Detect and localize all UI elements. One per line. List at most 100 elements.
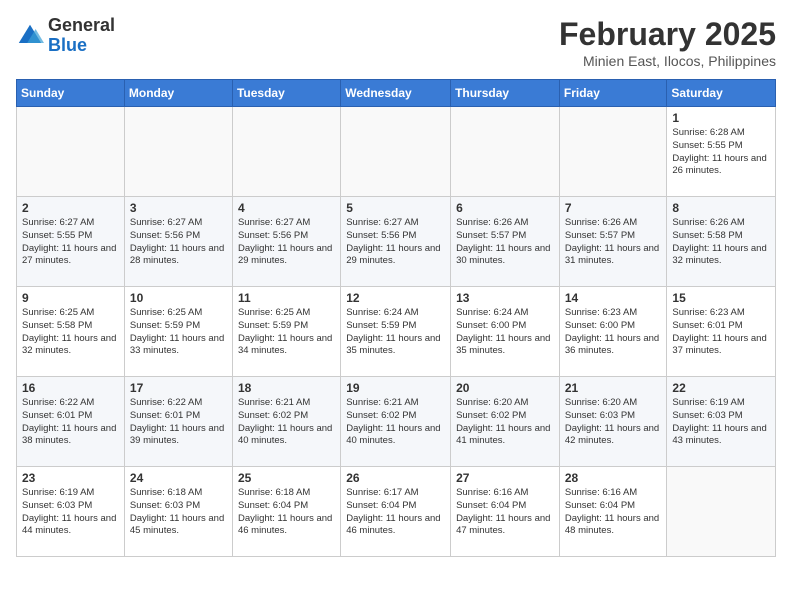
day-number: 18 [238,381,335,395]
day-info: Sunrise: 6:19 AM Sunset: 6:03 PM Dayligh… [22,487,119,538]
day-info: Sunrise: 6:26 AM Sunset: 5:57 PM Dayligh… [456,217,554,268]
day-number: 21 [565,381,662,395]
day-info: Sunrise: 6:21 AM Sunset: 6:02 PM Dayligh… [346,397,445,448]
logo: General Blue [16,16,115,56]
calendar-day-cell: 12Sunrise: 6:24 AM Sunset: 5:59 PM Dayli… [341,287,451,377]
calendar-day-cell: 15Sunrise: 6:23 AM Sunset: 6:01 PM Dayli… [667,287,776,377]
day-number: 22 [672,381,770,395]
day-info: Sunrise: 6:27 AM Sunset: 5:56 PM Dayligh… [238,217,335,268]
day-info: Sunrise: 6:17 AM Sunset: 6:04 PM Dayligh… [346,487,445,538]
day-number: 7 [565,201,662,215]
calendar-day-cell: 3Sunrise: 6:27 AM Sunset: 5:56 PM Daylig… [124,197,232,287]
calendar-day-cell [667,467,776,557]
calendar-day-cell: 7Sunrise: 6:26 AM Sunset: 5:57 PM Daylig… [559,197,667,287]
day-info: Sunrise: 6:22 AM Sunset: 6:01 PM Dayligh… [22,397,119,448]
weekday-header-cell: Monday [124,80,232,107]
calendar-day-cell: 10 Sunrise: 6:25 AM Sunset: 5:59 PM Dayli… [124,287,232,377]
calendar-day-cell: 19 Sunrise: 6:21 AM Sunset: 6:02 PM Dayli… [341,377,451,467]
day-info: Sunrise: 6:25 AM Sunset: 5:58 PM Dayligh… [22,307,119,358]
calendar-day-cell: 27 Sunrise: 6:16 AM Sunset: 6:04 PM Dayli… [451,467,560,557]
day-number: 3 [130,201,227,215]
day-info: Sunrise: 6:24 AM Sunset: 6:00 PM Dayligh… [456,307,554,358]
day-number: 19 [346,381,445,395]
calendar-day-cell: 13 Sunrise: 6:24 AM Sunset: 6:00 PM Dayli… [451,287,560,377]
calendar-day-cell [559,107,667,197]
day-number: 2 [22,201,119,215]
day-number: 9 [22,291,119,305]
day-number: 26 [346,471,445,485]
weekday-header-row: SundayMondayTuesdayWednesdayThursdayFrid… [17,80,776,107]
day-number: 17 [130,381,227,395]
day-info: Sunrise: 6:26 AM Sunset: 5:58 PM Dayligh… [672,217,770,268]
day-number: 20 [456,381,554,395]
day-number: 16 [22,381,119,395]
day-info: Sunrise: 6:27 AM Sunset: 5:55 PM Dayligh… [22,217,119,268]
day-number: 23 [22,471,119,485]
logo-blue-text: Blue [48,36,115,56]
calendar-day-cell: 6Sunrise: 6:26 AM Sunset: 5:57 PM Daylig… [451,197,560,287]
weekday-header-cell: Friday [559,80,667,107]
day-info: Sunrise: 6:16 AM Sunset: 6:04 PM Dayligh… [565,487,662,538]
calendar-day-cell [17,107,125,197]
calendar-day-cell: 22Sunrise: 6:19 AM Sunset: 6:03 PM Dayli… [667,377,776,467]
calendar-day-cell: 11 Sunrise: 6:25 AM Sunset: 5:59 PM Dayli… [232,287,340,377]
day-number: 27 [456,471,554,485]
calendar-day-cell [232,107,340,197]
calendar-week-row: 16 Sunrise: 6:22 AM Sunset: 6:01 PM Dayli… [17,377,776,467]
day-number: 1 [672,111,770,125]
calendar-day-cell [451,107,560,197]
day-info: Sunrise: 6:16 AM Sunset: 6:04 PM Dayligh… [456,487,554,538]
day-info: Sunrise: 6:18 AM Sunset: 6:03 PM Dayligh… [130,487,227,538]
calendar-day-cell: 17Sunrise: 6:22 AM Sunset: 6:01 PM Dayli… [124,377,232,467]
day-number: 25 [238,471,335,485]
day-info: Sunrise: 6:27 AM Sunset: 5:56 PM Dayligh… [346,217,445,268]
calendar-day-cell: 9 Sunrise: 6:25 AM Sunset: 5:58 PM Daylig… [17,287,125,377]
location: Minien East, Ilocos, Philippines [559,53,776,69]
day-info: Sunrise: 6:20 AM Sunset: 6:03 PM Dayligh… [565,397,662,448]
calendar-day-cell: 14Sunrise: 6:23 AM Sunset: 6:00 PM Dayli… [559,287,667,377]
calendar-week-row: 1 Sunrise: 6:28 AM Sunset: 5:55 PM Daylig… [17,107,776,197]
calendar-day-cell: 25 Sunrise: 6:18 AM Sunset: 6:04 PM Dayli… [232,467,340,557]
day-info: Sunrise: 6:25 AM Sunset: 5:59 PM Dayligh… [238,307,335,358]
day-number: 4 [238,201,335,215]
day-info: Sunrise: 6:18 AM Sunset: 6:04 PM Dayligh… [238,487,335,538]
weekday-header-cell: Sunday [17,80,125,107]
calendar-day-cell [124,107,232,197]
calendar-body: 1 Sunrise: 6:28 AM Sunset: 5:55 PM Daylig… [17,107,776,557]
day-number: 28 [565,471,662,485]
calendar-day-cell: 28 Sunrise: 6:16 AM Sunset: 6:04 PM Dayli… [559,467,667,557]
day-number: 5 [346,201,445,215]
calendar-day-cell [341,107,451,197]
day-info: Sunrise: 6:28 AM Sunset: 5:55 PM Dayligh… [672,127,770,178]
weekday-header-cell: Thursday [451,80,560,107]
calendar-table: SundayMondayTuesdayWednesdayThursdayFrid… [16,79,776,557]
day-info: Sunrise: 6:21 AM Sunset: 6:02 PM Dayligh… [238,397,335,448]
calendar-day-cell: 2 Sunrise: 6:27 AM Sunset: 5:55 PM Daylig… [17,197,125,287]
logo-icon [16,22,44,50]
weekday-header-cell: Saturday [667,80,776,107]
day-info: Sunrise: 6:25 AM Sunset: 5:59 PM Dayligh… [130,307,227,358]
day-number: 12 [346,291,445,305]
calendar-day-cell: 4 Sunrise: 6:27 AM Sunset: 5:56 PM Daylig… [232,197,340,287]
calendar-day-cell: 26 Sunrise: 6:17 AM Sunset: 6:04 PM Dayli… [341,467,451,557]
calendar-day-cell: 21 Sunrise: 6:20 AM Sunset: 6:03 PM Dayli… [559,377,667,467]
page-header: General Blue February 2025 Minien East, … [16,16,776,69]
month-year: February 2025 [559,16,776,53]
calendar-week-row: 9 Sunrise: 6:25 AM Sunset: 5:58 PM Daylig… [17,287,776,377]
calendar-day-cell: 18 Sunrise: 6:21 AM Sunset: 6:02 PM Dayli… [232,377,340,467]
day-number: 13 [456,291,554,305]
day-info: Sunrise: 6:23 AM Sunset: 6:00 PM Dayligh… [565,307,662,358]
calendar-day-cell: 8Sunrise: 6:26 AM Sunset: 5:58 PM Daylig… [667,197,776,287]
calendar-day-cell: 24 Sunrise: 6:18 AM Sunset: 6:03 PM Dayli… [124,467,232,557]
logo-general-text: General [48,16,115,36]
day-number: 15 [672,291,770,305]
day-number: 10 [130,291,227,305]
title-block: February 2025 Minien East, Ilocos, Phili… [559,16,776,69]
day-number: 11 [238,291,335,305]
calendar-week-row: 2 Sunrise: 6:27 AM Sunset: 5:55 PM Daylig… [17,197,776,287]
calendar-day-cell: 1 Sunrise: 6:28 AM Sunset: 5:55 PM Daylig… [667,107,776,197]
day-info: Sunrise: 6:20 AM Sunset: 6:02 PM Dayligh… [456,397,554,448]
day-number: 24 [130,471,227,485]
calendar-day-cell: 16 Sunrise: 6:22 AM Sunset: 6:01 PM Dayli… [17,377,125,467]
weekday-header-cell: Wednesday [341,80,451,107]
